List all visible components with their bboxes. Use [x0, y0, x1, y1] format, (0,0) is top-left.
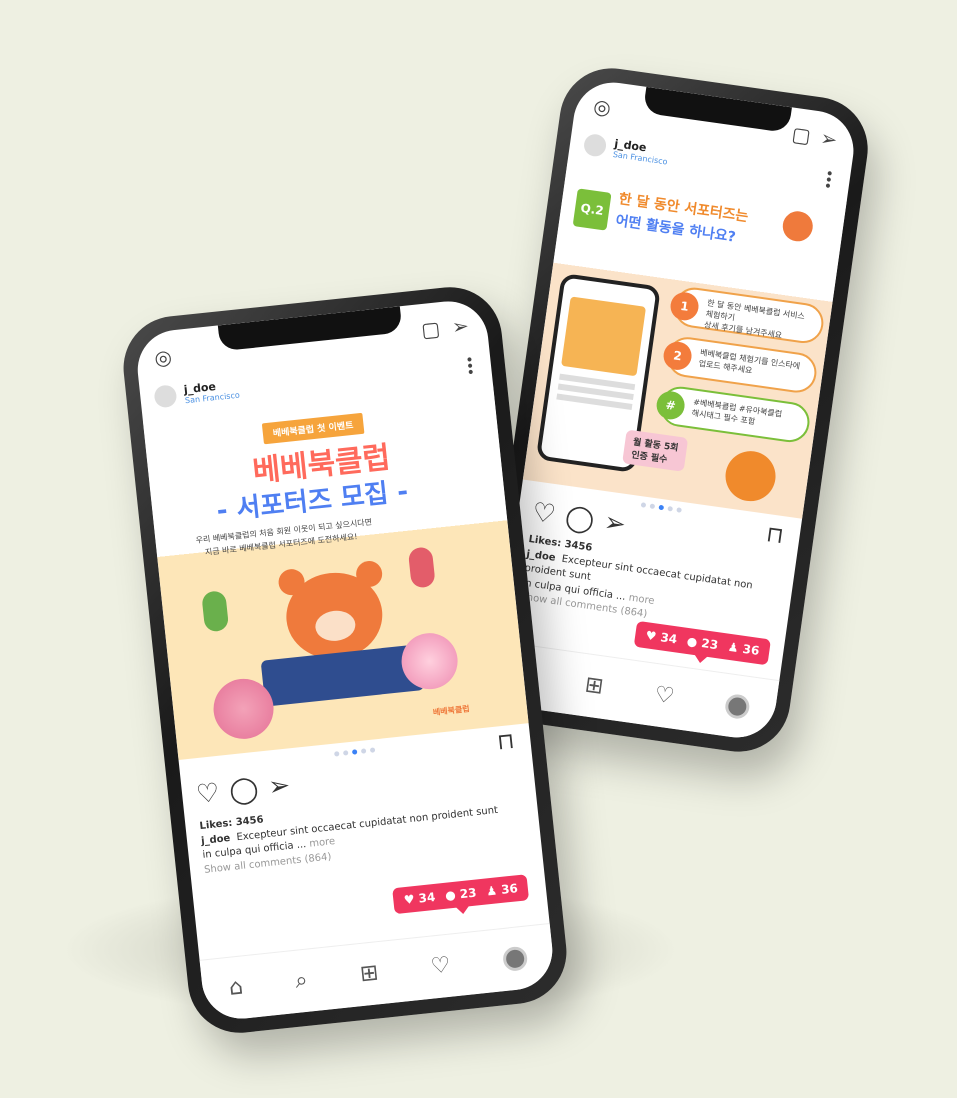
balloon-kid: [201, 590, 230, 633]
send-icon[interactable]: ➢: [602, 507, 628, 540]
carousel-dot: [640, 502, 647, 508]
igtv-icon[interactable]: ▢: [790, 122, 812, 148]
front-screen: ◎ ▢ ➢ j_doe San Francisco ••• 베베북클럽 첫 이벤…: [133, 297, 557, 1023]
carousel-dot-active: [351, 749, 358, 755]
more-link[interactable]: more: [628, 592, 655, 606]
send-icon[interactable]: ➢: [451, 313, 470, 339]
search-icon[interactable]: ⌕: [294, 968, 309, 994]
post-image[interactable]: Q.2 한 달 동안 서포터즈는 어떤 활동을 하나요? 1 한 달 동안 베베…: [522, 160, 847, 519]
more-link[interactable]: more: [309, 836, 336, 850]
avatar[interactable]: [153, 384, 178, 409]
heart-icon[interactable]: ♡: [429, 953, 451, 980]
back-screen: ◎ ▢ ➢ j_doe San Francisco ••• Q.2 한 달 동안…: [491, 77, 859, 743]
comment-icon[interactable]: ◯: [228, 774, 260, 807]
avatar[interactable]: [582, 132, 608, 158]
igtv-icon[interactable]: ▢: [420, 316, 441, 342]
home-icon[interactable]: ⌂: [228, 975, 245, 1001]
badge-comments: ● 23: [444, 885, 478, 903]
add-icon[interactable]: ⊞: [359, 960, 380, 987]
add-icon[interactable]: ⊞: [583, 672, 605, 699]
carousel-dot: [334, 751, 340, 757]
carousel-indicator: [334, 747, 376, 757]
camera-icon[interactable]: ◎: [592, 94, 613, 120]
heart-icon[interactable]: ♡: [530, 497, 557, 530]
more-options-icon[interactable]: •••: [460, 355, 478, 375]
post-image[interactable]: 베베북클럽 첫 이벤트 베베북클럽 - 서포터즈 모집 - 우리 베베북클럽의 …: [142, 385, 529, 760]
front-phone: ◎ ▢ ➢ j_doe San Francisco ••• 베베북클럽 첫 이벤…: [118, 282, 572, 1038]
badge-followers: ♟ 36: [485, 881, 519, 899]
badge-likes: ♥ 34: [403, 889, 436, 908]
profile-icon[interactable]: [723, 693, 751, 721]
heart-icon[interactable]: ♡: [195, 778, 221, 810]
bookmark-icon[interactable]: ⊓: [496, 729, 516, 756]
badge-likes: ♥ 34: [644, 628, 679, 647]
notification-badge[interactable]: ♥ 34 ● 23 ♟ 36: [392, 874, 530, 915]
heart-icon[interactable]: ♡: [653, 682, 676, 710]
caption-username[interactable]: j_doe: [526, 548, 556, 563]
carousel-indicator: [640, 502, 682, 513]
carousel-dot: [360, 748, 367, 754]
carousel-dot: [649, 503, 656, 510]
send-icon[interactable]: ➢: [819, 126, 839, 152]
badge-comments: ● 23: [686, 633, 720, 653]
carousel-dot-active: [658, 504, 665, 511]
more-options-icon[interactable]: •••: [818, 168, 836, 189]
activity-number-2: 2: [661, 340, 694, 372]
caption-username[interactable]: j_doe: [201, 833, 231, 847]
activity-number-1: 1: [668, 290, 701, 323]
activity-item-2: 2 베베북클럽 체험기를 인스타에 업로드 해주세요: [661, 334, 819, 396]
girl-illustration: [722, 447, 779, 505]
activity-number-3: #: [654, 389, 687, 422]
comment-icon[interactable]: ◯: [563, 502, 596, 536]
send-icon[interactable]: ➢: [267, 771, 292, 803]
carousel-dot: [676, 507, 682, 513]
activity-item-1: 1 한 달 동안 베베북클럽 서비스 체험하기 상세 후기를 남겨주세요: [668, 285, 826, 346]
activity-item-3: # #베베북클럽 #유아북클럽 해시태그 필수 포함: [654, 384, 813, 445]
gift-kid: [407, 546, 436, 589]
carousel-dot: [667, 505, 674, 512]
logo-text: 베베북클럽: [432, 704, 471, 718]
carousel-dot: [342, 750, 349, 756]
profile-icon[interactable]: [501, 945, 528, 973]
badge-followers: ♟ 36: [726, 639, 761, 659]
bear-mascot-small: [780, 209, 815, 244]
camera-icon[interactable]: ◎: [153, 345, 173, 371]
open-book: [260, 644, 425, 707]
bookmark-icon[interactable]: ⊓: [765, 522, 785, 549]
carousel-dot: [369, 747, 376, 753]
q-badge: Q.2: [572, 188, 612, 231]
